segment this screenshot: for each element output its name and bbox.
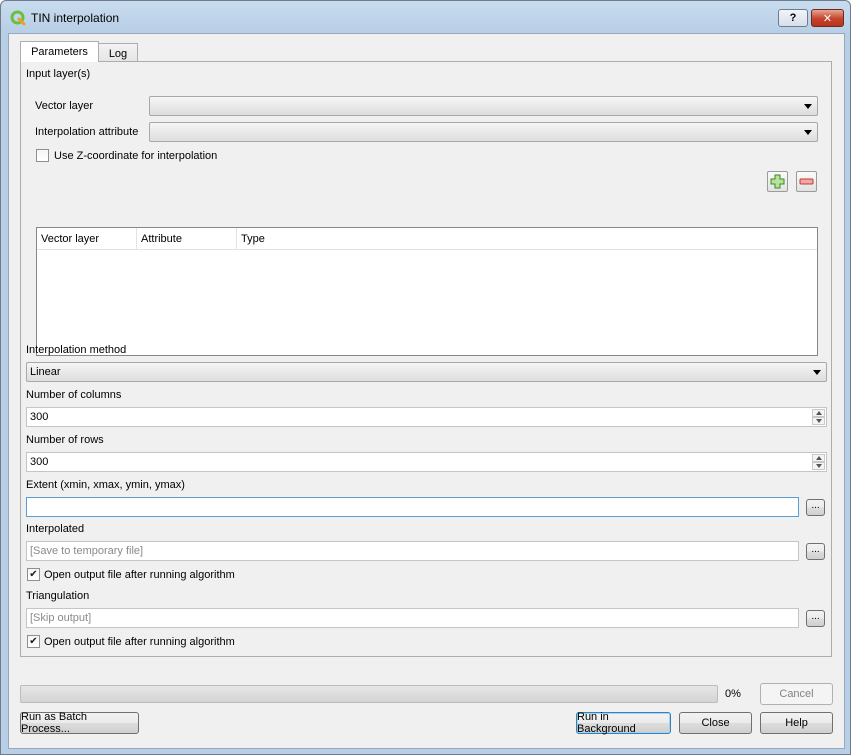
help-button[interactable]: Help [760, 712, 833, 734]
progress-bar [20, 685, 718, 703]
qgis-logo-icon [10, 10, 26, 26]
triangulation-browse-label: ... [811, 611, 820, 622]
triangulation-open-output-label: Open output file after running algorithm [44, 636, 235, 648]
rows-stepper[interactable] [812, 454, 825, 470]
number-of-columns-value: 300 [30, 411, 49, 423]
input-layers-table[interactable]: Vector layer Attribute Type [36, 227, 818, 356]
use-z-label: Use Z-coordinate for interpolation [54, 150, 218, 162]
close-button-label: Close [701, 717, 730, 729]
number-of-columns-label: Number of columns [26, 389, 122, 401]
vector-layer-label: Vector layer [35, 100, 94, 112]
title-help-button[interactable]: ? [778, 9, 808, 27]
column-header-label: Vector layer [41, 233, 100, 245]
help-button-label: Help [785, 717, 808, 729]
interpolated-label: Interpolated [26, 523, 85, 535]
run-in-background-label: Run in Background [577, 711, 636, 735]
close-button[interactable]: Close [679, 712, 752, 734]
table-header: Vector layer Attribute Type [37, 228, 817, 250]
spin-up-icon[interactable] [812, 454, 825, 462]
interpolation-attribute-combo[interactable] [149, 122, 818, 142]
help-question-icon: ? [789, 12, 797, 24]
triangulation-label: Triangulation [26, 590, 90, 602]
spin-down-icon[interactable] [812, 462, 825, 470]
triangulation-browse-button[interactable]: ... [806, 610, 825, 627]
interpolated-open-output-label: Open output file after running algorithm [44, 569, 235, 581]
triangulation-open-output-checkbox[interactable]: ✔ [27, 635, 40, 648]
number-of-rows-label: Number of rows [26, 434, 104, 446]
interpolation-attribute-label: Interpolation attribute [35, 126, 139, 138]
checkmark-icon: ✔ [29, 568, 38, 580]
parameters-panel: Input layer(s) Vector layer Interpolatio… [20, 61, 832, 657]
close-icon: ✕ [822, 12, 833, 25]
run-as-batch-label: Run as Batch Process... [21, 711, 88, 735]
minus-icon [799, 178, 814, 185]
number-of-rows-spinbox[interactable]: 300 [26, 452, 827, 472]
column-header-vector-layer[interactable]: Vector layer [37, 228, 137, 250]
column-header-label: Attribute [141, 233, 182, 245]
interpolated-browse-label: ... [811, 544, 820, 555]
run-in-background-button[interactable]: Run in Background [576, 711, 671, 735]
window-title: TIN interpolation [31, 11, 120, 25]
triangulation-placeholder: [Skip output] [30, 612, 92, 624]
dialog-window: TIN interpolation ? ✕ Parameters Log Inp… [0, 0, 851, 755]
chevron-down-icon [804, 130, 812, 135]
spin-up-icon[interactable] [812, 409, 825, 417]
chevron-down-icon [804, 104, 812, 109]
interpolation-method-label: Interpolation method [26, 344, 127, 356]
title-bar[interactable]: TIN interpolation ? ✕ [1, 1, 850, 33]
interpolated-placeholder: [Save to temporary file] [30, 545, 144, 557]
title-close-button[interactable]: ✕ [811, 9, 844, 27]
column-header-type[interactable]: Type [237, 228, 818, 250]
triangulation-output-input[interactable]: [Skip output] [26, 608, 799, 628]
interpolated-browse-button[interactable]: ... [806, 543, 825, 560]
extent-input[interactable] [26, 497, 799, 517]
tab-parameters[interactable]: Parameters [20, 41, 99, 62]
remove-layer-button[interactable] [796, 171, 817, 192]
interpolated-open-output-checkbox[interactable]: ✔ [27, 568, 40, 581]
progress-percent: 0% [725, 688, 741, 700]
column-header-attribute[interactable]: Attribute [137, 228, 237, 250]
add-layer-button[interactable] [767, 171, 788, 192]
plus-icon [770, 174, 785, 189]
spin-down-icon[interactable] [812, 417, 825, 425]
number-of-rows-value: 300 [30, 456, 49, 468]
dialog-client-area: Parameters Log Input layer(s) Vector lay… [8, 33, 845, 749]
tab-log[interactable]: Log [98, 43, 138, 63]
extent-label: Extent (xmin, xmax, ymin, ymax) [26, 479, 185, 491]
cancel-button-label: Cancel [779, 688, 814, 700]
vector-layer-combo[interactable] [149, 96, 818, 116]
cancel-button[interactable]: Cancel [760, 683, 833, 705]
chevron-down-icon [813, 370, 821, 375]
use-z-checkbox[interactable] [36, 149, 49, 162]
number-of-columns-spinbox[interactable]: 300 [26, 407, 827, 427]
input-layers-label: Input layer(s) [26, 68, 91, 80]
run-as-batch-button[interactable]: Run as Batch Process... [20, 711, 139, 735]
checkmark-icon: ✔ [29, 635, 38, 647]
column-header-label: Type [241, 233, 265, 245]
interpolated-output-input[interactable]: [Save to temporary file] [26, 541, 799, 561]
interpolation-method-value: Linear [30, 366, 61, 378]
columns-stepper[interactable] [812, 409, 825, 425]
tab-parameters-label: Parameters [31, 46, 88, 58]
extent-browse-label: ... [811, 500, 820, 511]
tab-log-label: Log [108, 47, 128, 60]
interpolation-method-combo[interactable]: Linear [26, 362, 827, 382]
extent-browse-button[interactable]: ... [806, 499, 825, 516]
